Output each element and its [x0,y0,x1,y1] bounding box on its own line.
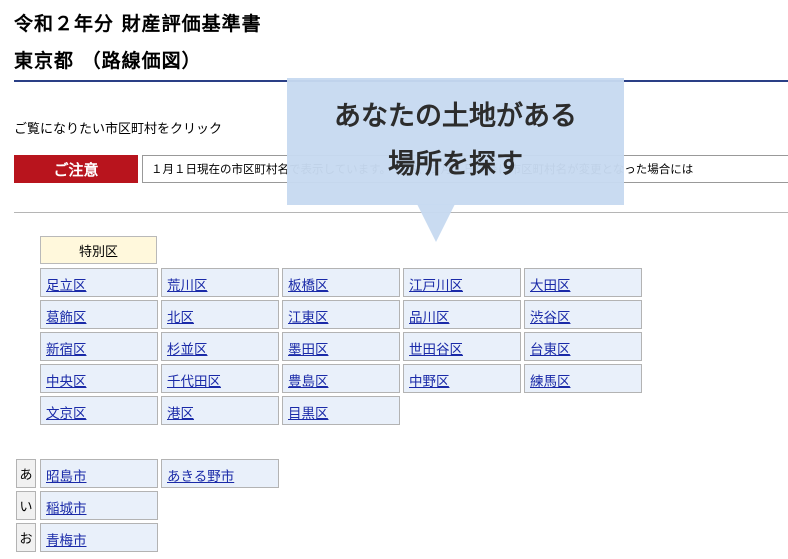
ward-cell: 墨田区 [282,332,400,361]
ward-link[interactable]: 練馬区 [530,374,571,390]
ward-link[interactable]: 大田区 [530,278,571,294]
ward-cell: 目黒区 [282,396,400,425]
ward-link[interactable]: 港区 [167,406,194,422]
ward-link[interactable]: 葛飾区 [46,310,87,326]
ward-link[interactable]: 中央区 [46,374,87,390]
ward-link[interactable]: 目黒区 [288,406,329,422]
ward-cell: 江東区 [282,300,400,329]
ward-link[interactable]: 新宿区 [46,342,87,358]
ward-link[interactable]: 足立区 [46,278,87,294]
city-link[interactable]: 青梅市 [46,533,87,549]
city-cell: 昭島市 [40,459,158,488]
ward-link[interactable]: 荒川区 [167,278,208,294]
city-cell: 稲城市 [40,491,158,520]
city-link[interactable]: あきる野市 [167,469,234,485]
kana-index-label: あ [16,459,36,488]
ward-link[interactable]: 北区 [167,310,194,326]
ward-cell: 葛飾区 [40,300,158,329]
callout-text-line1: あなたの土地がある [334,101,577,132]
ward-cell: 港区 [161,396,279,425]
ward-cell: 江戸川区 [403,268,521,297]
ward-cell: 豊島区 [282,364,400,393]
page-subtitle: 東京都 （路線価図） [14,50,202,72]
ward-link[interactable]: 渋谷区 [530,310,571,326]
city-link[interactable]: 昭島市 [46,469,87,485]
ward-cell: 大田区 [524,268,642,297]
city-link[interactable]: 稲城市 [46,501,87,517]
ward-cell: 練馬区 [524,364,642,393]
ward-cell: 中野区 [403,364,521,393]
city-cell: 青梅市 [40,523,158,552]
city-cell: あきる野市 [161,459,279,488]
ward-cell: 板橋区 [282,268,400,297]
ward-cell: 千代田区 [161,364,279,393]
ward-cell: 文京区 [40,396,158,425]
section-divider [14,212,788,213]
kana-index-label: お [16,523,36,552]
ward-cell: 北区 [161,300,279,329]
intro-text: ご覧になりたい市区町村をクリック [14,122,223,137]
ward-link[interactable]: 千代田区 [167,374,221,390]
ward-link[interactable]: 品川区 [409,310,450,326]
ward-link[interactable]: 中野区 [409,374,450,390]
ward-cell: 新宿区 [40,332,158,361]
ward-cell: 品川区 [403,300,521,329]
ward-link[interactable]: 板橋区 [288,278,329,294]
ward-link[interactable]: 台東区 [530,342,571,358]
ward-link[interactable]: 墨田区 [288,342,329,358]
page-title: 令和２年分 財産評価基準書 [14,13,262,35]
ward-cell: 世田谷区 [403,332,521,361]
ward-link[interactable]: 江戸川区 [409,278,463,294]
callout-tail [417,204,455,242]
ward-link[interactable]: 文京区 [46,406,87,422]
ward-section-header: 特別区 [40,236,157,264]
callout-text-line2: 場所を探す [388,149,523,180]
ward-cell: 台東区 [524,332,642,361]
kana-index-label: い [16,491,36,520]
ward-cell: 中央区 [40,364,158,393]
ward-link[interactable]: 豊島区 [288,374,329,390]
ward-cell: 杉並区 [161,332,279,361]
ward-cell: 足立区 [40,268,158,297]
ward-link[interactable]: 江東区 [288,310,329,326]
ward-cell: 荒川区 [161,268,279,297]
notice-label: ご注意 [14,155,138,183]
ward-link[interactable]: 世田谷区 [409,342,463,358]
ward-cell: 渋谷区 [524,300,642,329]
ward-link[interactable]: 杉並区 [167,342,208,358]
